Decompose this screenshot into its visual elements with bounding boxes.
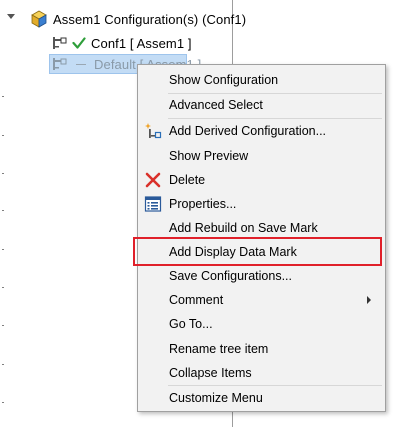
menu-item-properties[interactable]: Properties... — [138, 192, 385, 216]
tree-dot — [2, 249, 4, 250]
tree-dot — [2, 287, 4, 288]
tree-dot — [2, 135, 4, 136]
tree-dot — [2, 402, 4, 403]
expand-collapse-icon[interactable] — [7, 14, 15, 19]
inactive-dash-icon — [76, 63, 86, 65]
menu-item-label: Show Configuration — [169, 73, 279, 87]
menu-item-customize-menu[interactable]: Customize Menu — [138, 386, 385, 410]
tree-dot — [2, 210, 4, 211]
assembly-config-icon — [31, 10, 47, 28]
menu-item-label: Go To... — [169, 317, 213, 331]
menu-item-add-derived-configuration[interactable]: Add Derived Configuration... — [138, 119, 385, 143]
properties-icon — [144, 196, 162, 212]
menu-item-label: Customize Menu — [169, 391, 263, 405]
menu-item-label: Collapse Items — [169, 366, 252, 380]
menu-item-label: Advanced Select — [169, 98, 263, 112]
tree-dot — [2, 96, 4, 97]
menu-item-go-to[interactable]: Go To... — [138, 312, 385, 336]
checkmark-icon — [72, 37, 86, 49]
menu-item-show-configuration[interactable]: Show Configuration — [138, 68, 385, 92]
delete-x-icon — [145, 172, 161, 188]
menu-item-save-configurations[interactable]: Save Configurations... — [138, 264, 385, 288]
menu-item-label: Properties... — [169, 197, 237, 211]
menu-item-rename-tree-item[interactable]: Rename tree item — [138, 337, 385, 361]
menu-item-label: Show Preview — [169, 149, 249, 163]
menu-item-label: Comment — [169, 293, 224, 307]
tree-root-label: Assem1 Configuration(s) (Conf1) — [53, 11, 247, 27]
tree-dot — [2, 173, 4, 174]
menu-item-label: Delete — [169, 173, 206, 187]
tree-item-conf1[interactable]: Conf1 [ Assem1 ] — [52, 33, 192, 53]
menu-item-advanced-select[interactable]: Advanced Select — [138, 93, 385, 117]
menu-item-label: Save Configurations... — [169, 269, 292, 283]
add-derived-config-icon — [145, 123, 162, 139]
menu-item-label: Add Derived Configuration... — [169, 124, 327, 138]
configuration-icon — [53, 58, 67, 70]
menu-item-show-preview[interactable]: Show Preview — [138, 144, 385, 168]
menu-item-label: Add Rebuild on Save Mark — [169, 221, 318, 235]
tree-dot — [2, 325, 4, 326]
menu-item-label: Rename tree item — [169, 342, 269, 356]
menu-item-delete[interactable]: Delete — [138, 168, 385, 192]
configuration-icon — [53, 37, 67, 49]
menu-item-comment[interactable]: Comment — [138, 288, 385, 312]
conf1-label: Conf1 [ Assem1 ] — [91, 35, 192, 51]
tree-dot — [2, 364, 4, 365]
submenu-arrow-icon — [367, 296, 371, 304]
tree-root-assem1-configurations[interactable]: Assem1 Configuration(s) (Conf1) — [30, 9, 246, 29]
highlight-annotation-box — [133, 237, 382, 266]
menu-item-collapse-items[interactable]: Collapse Items — [138, 361, 385, 385]
